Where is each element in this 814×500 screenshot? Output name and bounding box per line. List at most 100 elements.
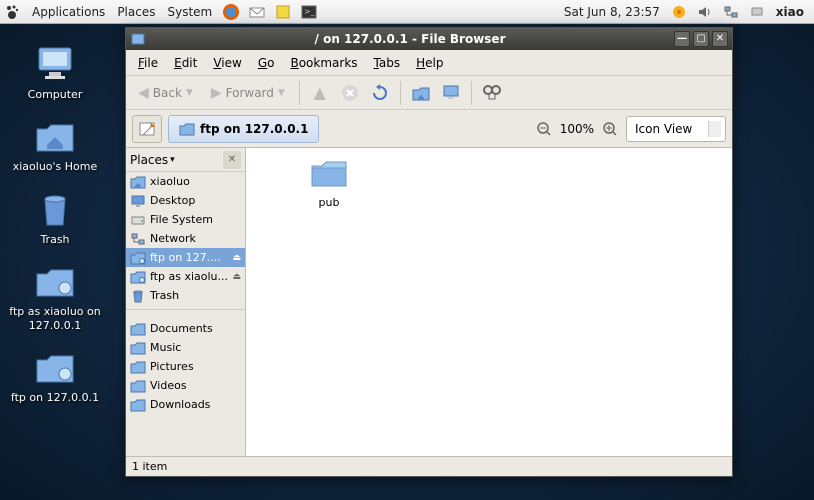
menu-places[interactable]: Places	[111, 0, 161, 24]
desktop-icon-label: Computer	[0, 88, 110, 102]
volume-icon[interactable]	[694, 1, 716, 23]
back-button[interactable]: ◀Back▼	[132, 79, 199, 107]
folder-remote-icon	[179, 122, 195, 136]
toggle-location-button[interactable]	[132, 115, 162, 143]
folder-icon	[130, 359, 146, 375]
bookmark-item[interactable]: Videos	[126, 376, 245, 395]
file-browser-window: / on 127.0.0.1 - File Browser — ▢ ✕ File…	[125, 27, 733, 477]
menu-go[interactable]: Go	[250, 54, 283, 72]
minimize-button[interactable]: —	[674, 31, 690, 47]
up-button[interactable]: ▲	[308, 81, 332, 105]
place-label: File System	[150, 213, 213, 226]
forward-button[interactable]: ▶Forward▼	[205, 79, 291, 107]
path-button[interactable]: ftp on 127.0.0.1	[168, 115, 319, 143]
folder-pub[interactable]: pub	[294, 156, 364, 209]
place-label: Desktop	[150, 194, 195, 207]
bookmark-label: Downloads	[150, 398, 210, 411]
sidebar: Places▾ ✕ xiaoluo Desktop File System Netwo…	[126, 148, 246, 456]
gnome-foot-icon[interactable]	[2, 1, 24, 23]
sidebar-header[interactable]: Places▾ ✕	[126, 148, 245, 172]
menubar: File Edit View Go Bookmarks Tabs Help	[126, 50, 732, 76]
sidebar-close-button[interactable]: ✕	[223, 151, 241, 169]
place-label: ftp on 127....	[150, 251, 221, 264]
desktop-icon-label: ftp as xiaoluo on 127.0.0.1	[0, 305, 110, 334]
notes-icon[interactable]	[272, 1, 294, 23]
view-mode-select[interactable]: Icon View ▴▾	[626, 116, 726, 142]
menu-system[interactable]: System	[161, 0, 218, 24]
drive-icon	[130, 212, 146, 228]
back-arrow-icon: ◀	[138, 85, 149, 101]
update-icon[interactable]	[668, 1, 690, 23]
titlebar[interactable]: / on 127.0.0.1 - File Browser — ▢ ✕	[126, 28, 732, 50]
maximize-button[interactable]: ▢	[693, 31, 709, 47]
zoom-in-button[interactable]	[598, 117, 622, 141]
forward-arrow-icon: ▶	[211, 85, 222, 101]
menu-help[interactable]: Help	[408, 54, 451, 72]
eject-icon[interactable]: ⏏	[232, 253, 241, 263]
desktop-icon-home[interactable]: xiaoluo's Home	[0, 116, 110, 174]
icon-view[interactable]: pub	[246, 148, 732, 456]
bookmark-item[interactable]: Downloads	[126, 395, 245, 414]
bookmark-label: Pictures	[150, 360, 194, 373]
menu-view[interactable]: View	[205, 54, 249, 72]
chevron-down-icon: ▾	[170, 155, 175, 165]
location-bar: ftp on 127.0.0.1 100% Icon View ▴▾	[126, 110, 732, 148]
folder-remote-icon	[130, 250, 146, 266]
place-item[interactable]: Trash	[126, 286, 245, 305]
bookmark-item[interactable]: Pictures	[126, 357, 245, 376]
network-icon[interactable]	[720, 1, 742, 23]
close-button[interactable]: ✕	[712, 31, 728, 47]
toolbar: ◀Back▼ ▶Forward▼ ▲	[126, 76, 732, 110]
desktop-icon-label: xiaoluo's Home	[0, 160, 110, 174]
menu-file[interactable]: File	[130, 54, 166, 72]
menu-applications[interactable]: Applications	[26, 0, 111, 24]
user-label[interactable]: xiao	[770, 0, 810, 24]
mail-icon[interactable]	[246, 1, 268, 23]
inhibit-icon[interactable]	[746, 1, 768, 23]
folder-icon	[130, 397, 146, 413]
bookmark-label: Videos	[150, 379, 187, 392]
place-item[interactable]: Desktop	[126, 191, 245, 210]
folder-icon	[130, 340, 146, 356]
desktop-icon-trash[interactable]: Trash	[0, 189, 110, 247]
stop-button[interactable]	[338, 81, 362, 105]
computer-button[interactable]	[439, 81, 463, 105]
status-text: 1 item	[132, 460, 167, 473]
zoom-out-button[interactable]	[532, 117, 556, 141]
network-icon	[130, 231, 146, 247]
menu-bookmarks[interactable]: Bookmarks	[282, 54, 365, 72]
search-button[interactable]	[480, 81, 504, 105]
desktop-icon-computer[interactable]: Computer	[0, 44, 110, 102]
place-item[interactable]: ftp as xiaolu... ⏏	[126, 267, 245, 286]
desktop-icon-ftp-as[interactable]: ftp as xiaoluo on 127.0.0.1	[0, 261, 110, 334]
place-item[interactable]: ftp on 127.... ⏏	[126, 248, 245, 267]
place-item[interactable]: File System	[126, 210, 245, 229]
desktop-icon-label: ftp on 127.0.0.1	[0, 391, 110, 405]
home-button[interactable]	[409, 81, 433, 105]
place-label: ftp as xiaolu...	[150, 270, 228, 283]
eject-icon[interactable]: ⏏	[232, 272, 241, 282]
bookmark-item[interactable]: Music	[126, 338, 245, 357]
desktop-icon-ftp-on[interactable]: ftp on 127.0.0.1	[0, 347, 110, 405]
reload-button[interactable]	[368, 81, 392, 105]
place-item[interactable]: xiaoluo	[126, 172, 245, 191]
bookmark-label: Documents	[150, 322, 213, 335]
chevron-down-icon: ▼	[186, 88, 193, 98]
zoom-label: 100%	[560, 122, 594, 136]
bookmark-item[interactable]: Documents	[126, 319, 245, 338]
clock[interactable]: Sat Jun 8, 23:57	[558, 0, 666, 24]
menu-edit[interactable]: Edit	[166, 54, 205, 72]
menu-tabs[interactable]: Tabs	[366, 54, 409, 72]
svg-text:>_: >_	[304, 7, 316, 16]
folder-icon	[130, 321, 146, 337]
top-panel: Applications Places System >_ Sat Jun 8,…	[0, 0, 814, 24]
bookmark-label: Music	[150, 341, 181, 354]
place-label: Trash	[150, 289, 179, 302]
firefox-icon[interactable]	[220, 1, 242, 23]
trash-icon	[130, 288, 146, 304]
terminal-icon[interactable]: >_	[298, 1, 320, 23]
window-title: / on 127.0.0.1 - File Browser	[146, 32, 674, 46]
place-item[interactable]: Network	[126, 229, 245, 248]
places-list: xiaoluoDesktopFile SystemNetworkftp on 1…	[126, 172, 245, 456]
path-label: ftp on 127.0.0.1	[200, 122, 308, 136]
